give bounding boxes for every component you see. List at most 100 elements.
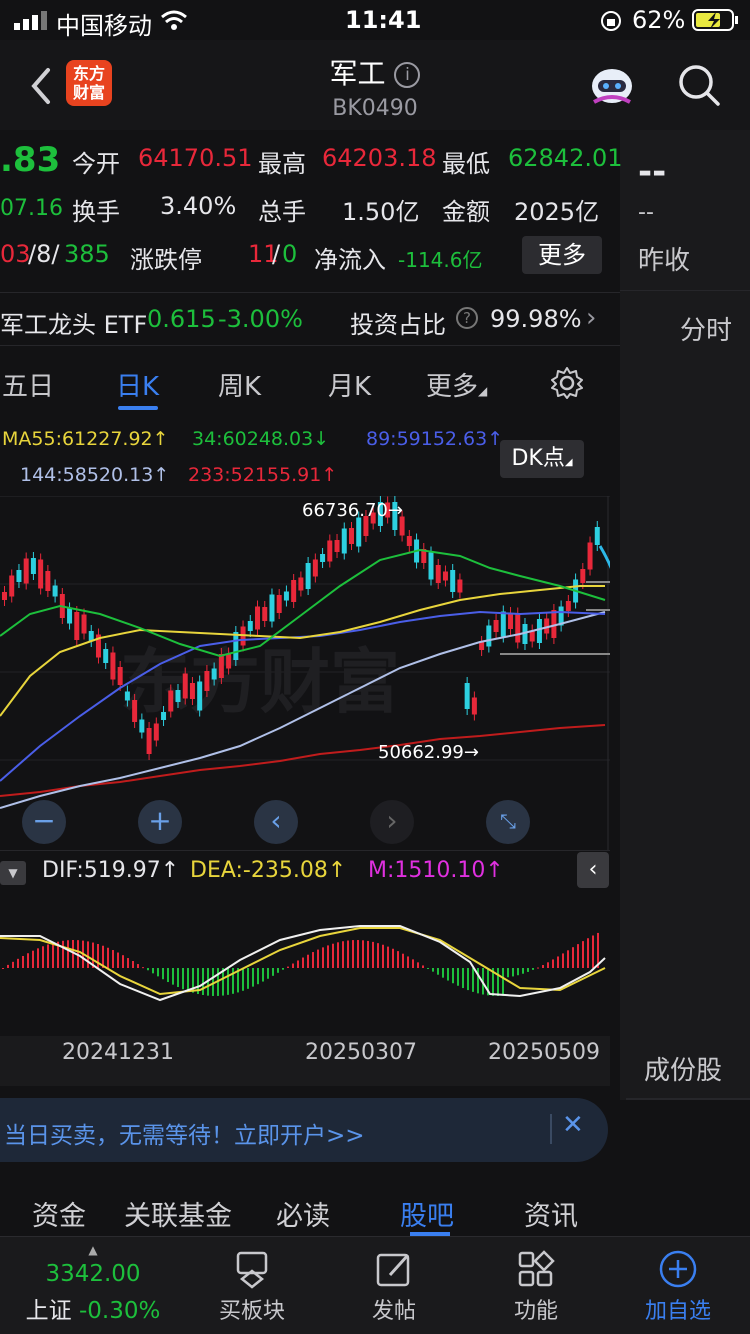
tab-forum[interactable]: 股吧 [400, 1194, 454, 1233]
macd-bar [322, 947, 324, 968]
macd-bar [227, 968, 229, 995]
candle-body [269, 594, 275, 622]
scroll-right-button[interactable]: › [370, 800, 414, 844]
tab-more[interactable]: 更多◢ [426, 366, 487, 403]
index-quote-item[interactable]: ▲ 3342.00 上证 -0.30% [18, 1237, 168, 1334]
tab-daily-k[interactable]: 日K [116, 366, 159, 403]
candle-body [298, 577, 304, 591]
search-icon[interactable] [676, 62, 722, 108]
prev-close-label: 昨收 [638, 246, 691, 276]
macd-bar [312, 952, 314, 968]
more-quote-button[interactable]: 更多 [522, 236, 602, 274]
tab-must-read[interactable]: 必读 [276, 1194, 330, 1233]
tab-related-funds[interactable]: 关联基金 [124, 1194, 232, 1233]
zoom-in-button[interactable]: + [138, 800, 182, 844]
nav-functions[interactable]: 功能 [466, 1237, 606, 1334]
robot-assistant-icon[interactable] [588, 62, 636, 108]
macd-bar [167, 968, 169, 983]
tab-constituents[interactable]: 成份股 [644, 1050, 722, 1087]
close-icon[interactable]: ✕ [562, 1110, 584, 1140]
tab-intraday[interactable]: 分时 [680, 310, 732, 347]
macd-bar [112, 950, 114, 968]
tab-monthly-k[interactable]: 月K [328, 366, 371, 403]
macd-bar [502, 968, 504, 996]
watermark-text: 东方财富 [120, 641, 400, 723]
macd-bar [402, 953, 404, 968]
macd-bar [232, 968, 234, 994]
candle-body [493, 620, 499, 632]
candle-body [450, 570, 456, 592]
fall-count: 385 [64, 240, 110, 268]
macd-bar [522, 968, 524, 974]
candle-body [2, 592, 7, 600]
macd-bar [22, 955, 24, 968]
macd-bar [2, 968, 4, 969]
info-icon[interactable]: i [394, 62, 421, 88]
candle-body [508, 613, 514, 629]
candle-body [74, 612, 80, 640]
indicator-dropdown-icon[interactable]: ▼ [0, 861, 26, 885]
active-tab-indicator [118, 406, 158, 410]
battery-icon [692, 9, 738, 31]
candle-body [30, 558, 36, 574]
nav-buy-sector[interactable]: 买板块 [182, 1237, 322, 1334]
high-label: 最高 [258, 150, 306, 178]
candle-body [565, 601, 571, 611]
promo-banner[interactable]: 当日买卖，无需等待！立即开户>> ✕ [0, 1098, 608, 1162]
scroll-left-button[interactable]: ‹ [254, 800, 298, 844]
dif-label: DIF:519.97↑ [42, 858, 180, 883]
index-name: 上证 [25, 1298, 72, 1324]
macd-bar [177, 968, 179, 988]
dk-point-button[interactable]: DK点◢ [500, 440, 584, 478]
macd-bar [527, 968, 529, 972]
macd-bar [277, 968, 279, 973]
etf-name: 军工龙头 ETF [0, 311, 148, 339]
tab-capital[interactable]: 资金 [32, 1194, 86, 1233]
macd-bar [212, 968, 214, 996]
macd-bar [342, 941, 344, 968]
zoom-out-button[interactable]: − [22, 800, 66, 844]
macd-chart [0, 925, 606, 1002]
macd-bar [552, 959, 554, 968]
right-dash-2: -- [638, 200, 654, 225]
collapse-panel-button[interactable]: ‹ [577, 852, 609, 888]
help-icon[interactable]: ? [456, 307, 478, 329]
macd-bar [282, 968, 284, 970]
macd-bar [457, 968, 459, 986]
candle-body [320, 554, 326, 562]
macd-bar [497, 968, 499, 996]
candlestick-chart[interactable]: 东方财富 66736.70→ 50662.99→ [0, 496, 610, 850]
macd-bar [362, 940, 364, 968]
candle-body [103, 649, 109, 663]
candle-body [327, 540, 333, 562]
macd-bar [372, 941, 374, 968]
tab-five-day[interactable]: 五日 [2, 366, 54, 403]
macd-bar [132, 960, 134, 968]
candle-body [305, 563, 311, 589]
settings-gear-icon[interactable] [550, 366, 584, 400]
ratio-label: 投资占比 [350, 311, 446, 339]
macd-bar [532, 968, 534, 970]
macd-bar [32, 950, 34, 968]
date-label-3: 20250509 [488, 1040, 600, 1065]
macd-bar [122, 955, 124, 968]
candle-body [594, 527, 600, 545]
nav-add-watchlist[interactable]: 加自选 [608, 1237, 748, 1334]
macd-bar [267, 968, 269, 979]
macd-bar [107, 947, 109, 968]
nav-post[interactable]: 发帖 [324, 1237, 464, 1334]
fullscreen-button[interactable]: ⤡ [486, 800, 530, 844]
netflow-label: 净流入 [314, 246, 386, 274]
macd-bar [157, 968, 159, 977]
tab-weekly-k[interactable]: 周K [218, 366, 261, 403]
price-value: .83 [0, 140, 61, 180]
macd-bar [392, 948, 394, 968]
rotation-lock-icon [601, 11, 621, 31]
macd-bar [37, 948, 39, 968]
macd-bar [67, 940, 69, 968]
candle-body [110, 652, 116, 680]
related-etf-bar[interactable]: 军工龙头 ETF 0.615 -3.00% 投资占比 ? 99.98% › [0, 292, 620, 346]
flat-count: /8/ [28, 240, 60, 268]
tab-news[interactable]: 资讯 [524, 1194, 578, 1233]
macd-bar [172, 968, 174, 985]
